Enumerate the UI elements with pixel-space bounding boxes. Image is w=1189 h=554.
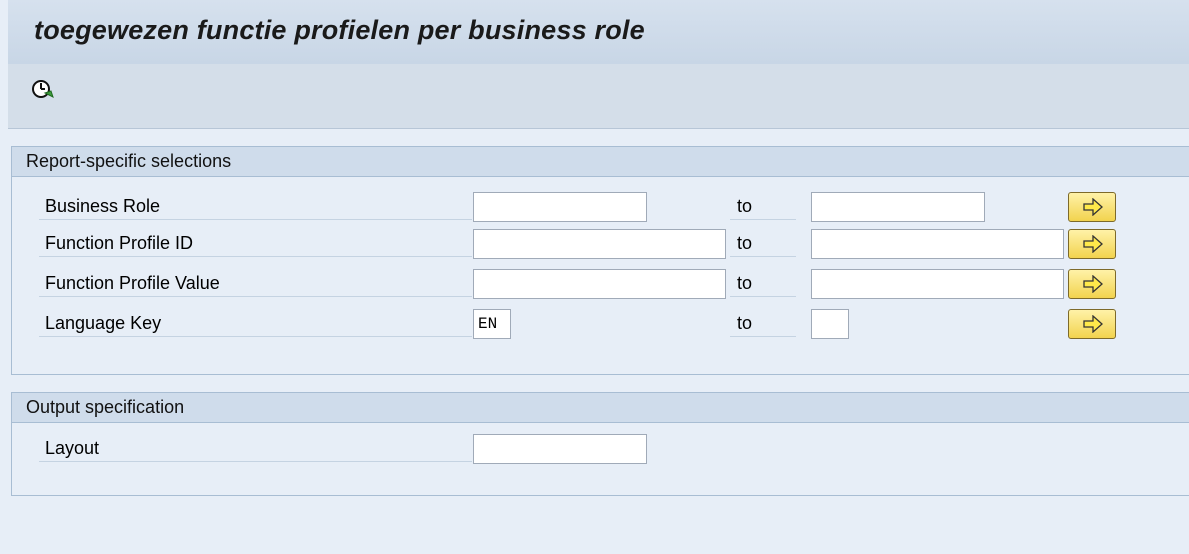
language-key-label: Language Key bbox=[39, 309, 472, 337]
layout-input[interactable] bbox=[473, 434, 647, 464]
function-profile-id-from-input[interactable] bbox=[473, 229, 726, 259]
business-role-multiple-selection-button[interactable] bbox=[1068, 192, 1116, 222]
language-key-multiple-selection-button[interactable] bbox=[1068, 309, 1116, 339]
function-profile-value-label: Function Profile Value bbox=[39, 269, 472, 297]
language-key-to-label: to bbox=[730, 309, 796, 337]
function-profile-id-to-input[interactable] bbox=[811, 229, 1064, 259]
selection-row-language-key: Language Key to bbox=[12, 309, 1189, 339]
function-profile-value-from-input[interactable] bbox=[473, 269, 726, 299]
application-toolbar bbox=[8, 64, 1189, 129]
arrow-right-icon bbox=[1083, 235, 1103, 253]
function-profile-id-to-label: to bbox=[730, 229, 796, 257]
business-role-from-input[interactable] bbox=[473, 192, 647, 222]
report-selections-header: Report-specific selections bbox=[12, 147, 1189, 177]
arrow-right-icon bbox=[1083, 275, 1103, 293]
layout-label: Layout bbox=[39, 434, 472, 462]
function-profile-value-to-input[interactable] bbox=[811, 269, 1064, 299]
business-role-to-input[interactable] bbox=[811, 192, 985, 222]
report-selections-group: Report-specific selections Business Role… bbox=[11, 146, 1189, 375]
output-specification-header: Output specification bbox=[12, 393, 1189, 423]
function-profile-value-to-label: to bbox=[730, 269, 796, 297]
language-key-from-input[interactable] bbox=[473, 309, 511, 339]
selection-row-business-role: Business Role to bbox=[12, 192, 1189, 222]
business-role-to-label: to bbox=[730, 192, 796, 220]
language-key-to-input[interactable] bbox=[811, 309, 849, 339]
title-bar: toegewezen functie profielen per busines… bbox=[8, 0, 1189, 64]
function-profile-id-multiple-selection-button[interactable] bbox=[1068, 229, 1116, 259]
execute-clock-icon bbox=[32, 80, 54, 98]
function-profile-value-multiple-selection-button[interactable] bbox=[1068, 269, 1116, 299]
arrow-right-icon bbox=[1083, 315, 1103, 333]
business-role-label: Business Role bbox=[39, 192, 472, 220]
selection-row-function-profile-id: Function Profile ID to bbox=[12, 229, 1189, 259]
arrow-right-icon bbox=[1083, 198, 1103, 216]
page-title: toegewezen functie profielen per busines… bbox=[34, 15, 645, 45]
output-specification-group: Output specification Layout bbox=[11, 392, 1189, 496]
layout-row: Layout bbox=[12, 434, 1189, 464]
function-profile-id-label: Function Profile ID bbox=[39, 229, 472, 257]
execute-button[interactable] bbox=[30, 77, 56, 103]
selection-row-function-profile-value: Function Profile Value to bbox=[12, 269, 1189, 299]
